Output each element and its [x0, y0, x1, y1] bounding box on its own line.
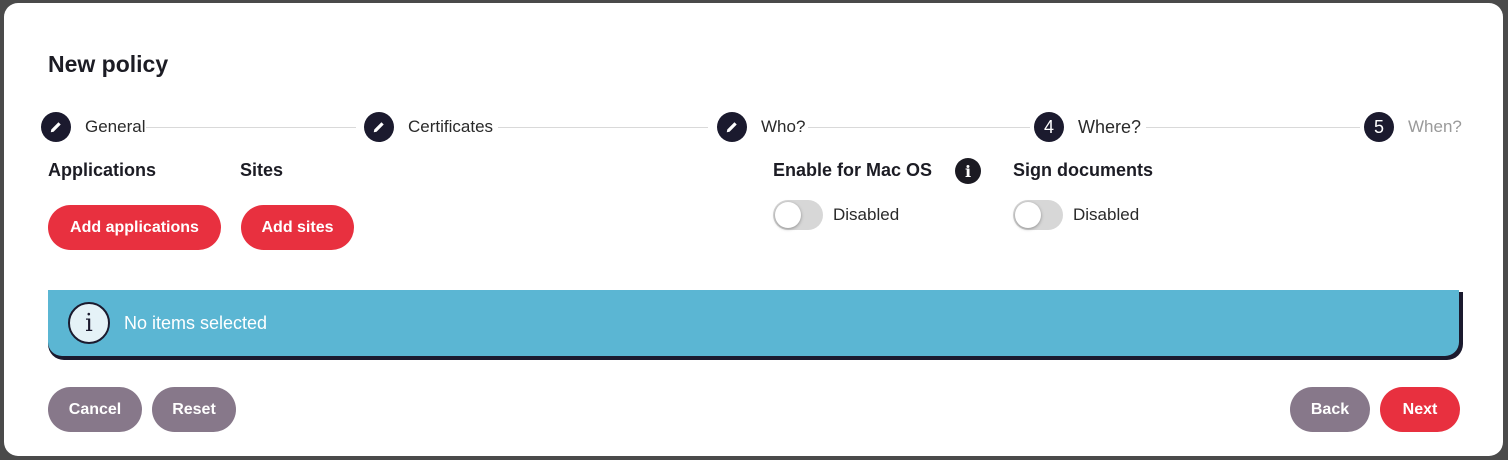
mac-os-label: Enable for Mac OS: [773, 160, 933, 180]
toggle-knob: [1015, 202, 1041, 228]
step-label: Where?: [1078, 116, 1142, 137]
new-policy-dialog: New policy General Certificates Who? 4 W…: [4, 3, 1503, 456]
step-certificates[interactable]: Certificates: [364, 112, 493, 142]
dialog-title: New policy: [48, 51, 169, 77]
step-label: General: [85, 117, 146, 136]
step-label: Certificates: [408, 117, 494, 136]
step-connector: [146, 127, 356, 128]
pencil-icon: [717, 112, 747, 142]
step-label: When?: [1408, 117, 1462, 136]
step-label: Who?: [761, 117, 806, 136]
step-general[interactable]: General: [41, 112, 145, 142]
applications-label: Applications: [48, 160, 157, 180]
step-who[interactable]: Who?: [717, 112, 805, 142]
step-connector: [1146, 127, 1360, 128]
toggle-knob: [775, 202, 801, 228]
mac-os-toggle[interactable]: [773, 200, 823, 230]
sign-documents-label: Sign documents: [1013, 160, 1154, 180]
sign-documents-toggle-state: Disabled: [1073, 205, 1140, 224]
pencil-icon: [364, 112, 394, 142]
info-banner: i No items selected: [48, 290, 1459, 356]
add-sites-button[interactable]: Add sites: [241, 205, 354, 250]
next-button[interactable]: Next: [1380, 387, 1460, 432]
info-icon[interactable]: i: [955, 158, 981, 184]
reset-button[interactable]: Reset: [152, 387, 236, 432]
sites-label: Sites: [240, 160, 284, 180]
mac-os-toggle-state: Disabled: [833, 205, 900, 224]
add-applications-button[interactable]: Add applications: [48, 205, 221, 250]
step-number: 4: [1034, 112, 1064, 142]
back-button[interactable]: Back: [1290, 387, 1370, 432]
step-number: 5: [1364, 112, 1394, 142]
step-connector: [498, 127, 708, 128]
step-when[interactable]: 5 When?: [1364, 112, 1462, 142]
info-icon: i: [68, 302, 110, 344]
step-where[interactable]: 4 Where?: [1034, 112, 1141, 142]
banner-message: No items selected: [124, 312, 268, 333]
sign-documents-toggle[interactable]: [1013, 200, 1063, 230]
step-connector: [808, 127, 1030, 128]
pencil-icon: [41, 112, 71, 142]
cancel-button[interactable]: Cancel: [48, 387, 142, 432]
